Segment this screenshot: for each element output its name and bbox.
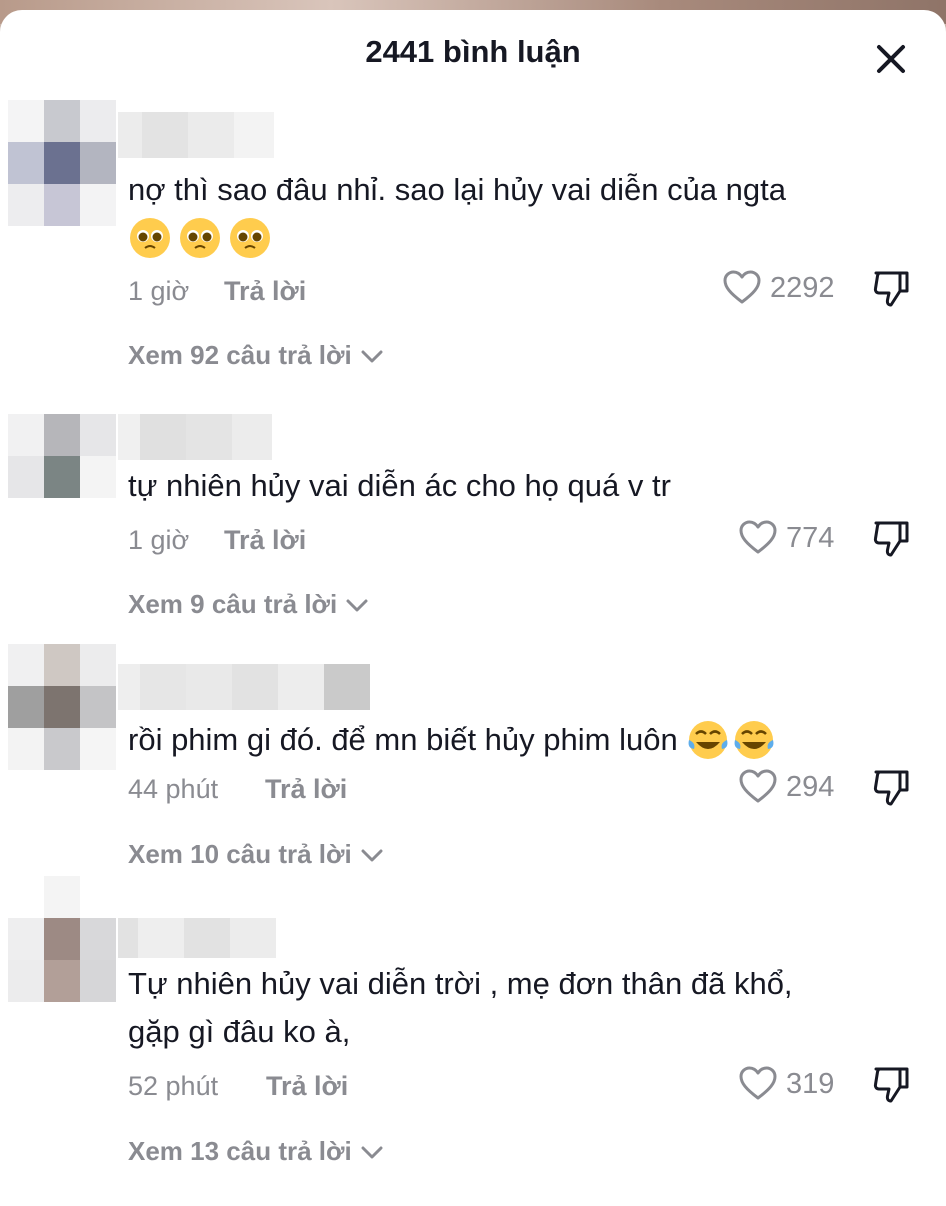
like-button[interactable]: 294	[738, 767, 834, 807]
face-with-tears-of-joy-emoji	[734, 721, 774, 759]
heart-outline-icon	[739, 769, 777, 803]
pleading-face-emoji	[180, 218, 220, 258]
username[interactable]	[118, 112, 274, 158]
heart-outline-icon	[739, 520, 777, 554]
like-button[interactable]: 2292	[722, 268, 835, 308]
comment-text-line: gặp gì đâu ko à,	[128, 1014, 351, 1049]
pleading-face-emoji	[230, 218, 270, 258]
heart-outline-icon	[739, 1066, 777, 1100]
close-icon	[877, 45, 905, 73]
like-button[interactable]: 774	[738, 518, 834, 558]
view-replies-label: Xem 9 câu trả lời	[128, 589, 338, 619]
comment-time: 1 giờ	[128, 525, 190, 555]
comments-count-title: 2441 bình luận	[365, 34, 581, 69]
emoji-row	[128, 216, 272, 260]
comment-text: rồi phim gi đó. để mn biết hủy phim luôn	[128, 716, 908, 764]
chevron-down-icon	[361, 350, 383, 362]
comment-time: 52 phút	[128, 1071, 219, 1101]
like-count: 774	[786, 521, 835, 554]
heart-outline-icon	[723, 270, 761, 304]
chevron-down-icon	[361, 849, 383, 861]
view-replies-label: Xem 10 câu trả lời	[128, 839, 352, 869]
thumbs-down-icon[interactable]	[870, 1064, 912, 1106]
avatar[interactable]	[8, 876, 118, 1006]
thumbs-down-icon[interactable]	[870, 767, 912, 809]
thumbs-down-icon[interactable]	[870, 268, 912, 310]
comment-text: tự nhiên hủy vai diễn ác cho họ quá v tr	[128, 468, 671, 503]
view-replies-label: Xem 13 câu trả lời	[128, 1136, 352, 1166]
view-replies-button[interactable]: Xem 9 câu trả lời	[128, 589, 371, 620]
reply-button[interactable]: Trả lời	[266, 1071, 348, 1102]
view-replies-button[interactable]: Xem 10 câu trả lời	[128, 839, 386, 870]
face-with-tears-of-joy-emoji	[688, 721, 728, 759]
view-replies-label: Xem 92 câu trả lời	[128, 340, 352, 370]
comment-text: nợ thì sao đâu nhỉ. sao lại hủy vai diễn…	[128, 172, 786, 207]
like-button[interactable]: 319	[738, 1064, 834, 1104]
username[interactable]	[118, 918, 276, 958]
comment-text-line: Tự nhiên hủy vai diễn trời , mẹ đơn thân…	[128, 966, 793, 1001]
view-replies-button[interactable]: Xem 92 câu trả lời	[128, 340, 386, 371]
comment-text-line: rồi phim gi đó. để mn biết hủy phim luôn	[128, 722, 678, 757]
username[interactable]	[118, 664, 370, 710]
thumbs-down-icon[interactable]	[870, 518, 912, 560]
like-count: 319	[786, 1067, 835, 1100]
like-count: 2292	[770, 271, 835, 304]
avatar[interactable]	[8, 644, 118, 774]
avatar[interactable]	[8, 414, 118, 544]
close-button[interactable]	[866, 34, 916, 84]
comment-time: 44 phút	[128, 774, 219, 804]
reply-button[interactable]: Trả lời	[224, 525, 306, 556]
comment-time: 1 giờ	[128, 276, 190, 306]
comment-text: Tự nhiên hủy vai diễn trời , mẹ đơn thân…	[128, 960, 908, 1056]
chevron-down-icon	[346, 599, 368, 611]
reply-button[interactable]: Trả lời	[224, 276, 306, 307]
reply-button[interactable]: Trả lời	[265, 774, 347, 805]
username[interactable]	[118, 414, 272, 460]
chevron-down-icon	[361, 1146, 383, 1158]
avatar[interactable]	[8, 100, 118, 230]
pleading-face-emoji	[130, 218, 170, 258]
like-count: 294	[786, 770, 835, 803]
view-replies-button[interactable]: Xem 13 câu trả lời	[128, 1136, 386, 1167]
